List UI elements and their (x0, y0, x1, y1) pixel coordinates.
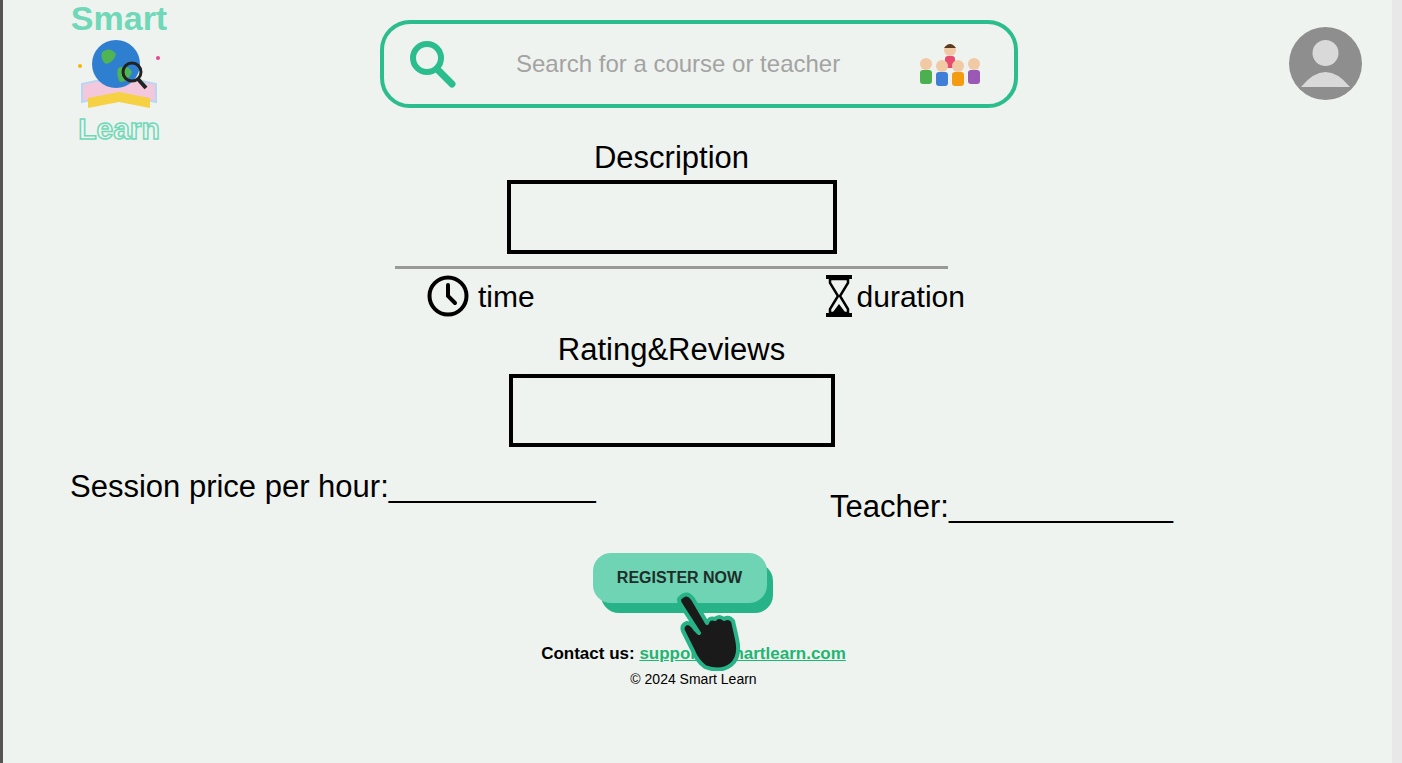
description-box (507, 180, 837, 254)
reviews-label: Rating&Reviews (558, 330, 785, 370)
search-input[interactable] (516, 46, 856, 82)
search-bar (380, 20, 1018, 108)
logo-top-text: Smart (71, 0, 167, 36)
time-label: time (478, 274, 535, 319)
logo[interactable]: Smart Learn (45, 0, 193, 150)
pointer-hand-icon (671, 591, 741, 671)
logo-bottom-text: Learn (78, 112, 160, 146)
clock-icon (426, 274, 470, 318)
price-teacher-row: Session price per hour:____________ Teac… (3, 467, 1392, 527)
students-icon (912, 40, 988, 88)
price-label: Session price per hour: (70, 469, 389, 504)
email-link[interactable]: support@smartlearn.com (639, 644, 845, 663)
session-price: Session price per hour:____________ (70, 467, 830, 527)
teacher: Teacher:_____________ (830, 487, 1392, 527)
reviews-box (509, 374, 835, 447)
header: Smart Learn (3, 0, 1392, 138)
hourglass-icon (825, 274, 853, 318)
teacher-label: Teacher: (830, 489, 949, 524)
price-value: ____________ (389, 469, 596, 504)
duration: duration (825, 274, 965, 319)
divider (395, 266, 948, 269)
user-icon (1289, 27, 1362, 100)
copyright: © 2024 Smart Learn (630, 668, 756, 690)
teacher-value: _____________ (949, 489, 1173, 524)
avatar[interactable] (1289, 27, 1362, 100)
duration-label: duration (857, 274, 965, 319)
description-label: Description (594, 138, 749, 178)
register-area: REGISTER NOW (3, 553, 1392, 698)
globe-book-icon (74, 36, 164, 112)
course-details: Description time dur (3, 138, 1392, 447)
magnifier-icon (406, 37, 460, 91)
schedule: time duration (395, 266, 948, 320)
time: time (426, 274, 535, 319)
contact-label: Contact us: (541, 644, 635, 663)
